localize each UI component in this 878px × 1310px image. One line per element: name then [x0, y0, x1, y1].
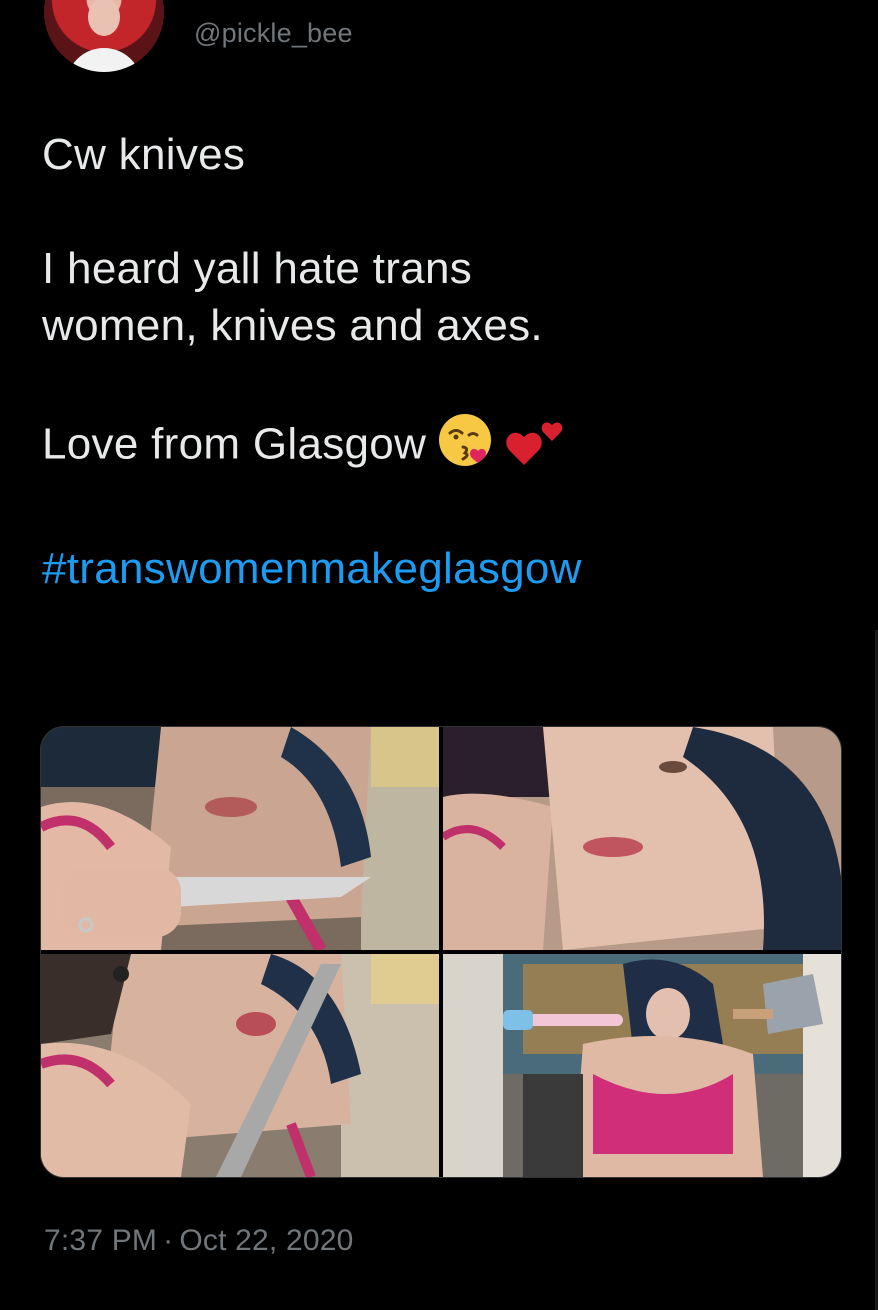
- photo-kissing-knife-image: [41, 954, 439, 1177]
- love-text: Love from Glasgow: [42, 419, 427, 469]
- photo-knife-selfie-image: [41, 727, 439, 950]
- kissing-face-emoji-icon: [436, 411, 494, 483]
- tweet-line-1: I heard yall hate trans: [42, 244, 473, 293]
- two-hearts-emoji-icon: [504, 411, 568, 483]
- hashtag-link[interactable]: #transwomenmakeglasgow: [42, 540, 842, 597]
- photo-closeup-selfie-image: [443, 727, 841, 950]
- photo-closeup-selfie[interactable]: [443, 727, 841, 950]
- media-grid: [40, 726, 842, 1178]
- user-handle[interactable]: @pickle_bee: [194, 18, 353, 49]
- photo-kissing-knife[interactable]: [41, 954, 439, 1177]
- tweet-time: 7:37 PM: [44, 1224, 158, 1257]
- content-warning-line: Cw knives: [42, 130, 246, 179]
- avatar-face: [88, 0, 120, 36]
- photo-knife-selfie[interactable]: [41, 727, 439, 950]
- love-line: Love from Glasgow: [42, 411, 842, 483]
- tweet-line-2: women, knives and axes.: [42, 301, 543, 350]
- tweet-text: Cw knives I heard yall hate trans women,…: [42, 126, 842, 597]
- tweet: @pickle_bee Cw knives I heard yall hate …: [0, 0, 878, 1310]
- avatar-shirt: [66, 48, 142, 72]
- photo-axe-pose[interactable]: [443, 954, 841, 1177]
- avatar[interactable]: [44, 0, 164, 72]
- timestamp-separator: ·: [163, 1224, 174, 1257]
- tweet-date: Oct 22, 2020: [179, 1224, 354, 1257]
- photo-axe-pose-image: [443, 954, 841, 1177]
- tweet-timestamp[interactable]: 7:37 PM · Oct 22, 2020: [44, 1224, 354, 1258]
